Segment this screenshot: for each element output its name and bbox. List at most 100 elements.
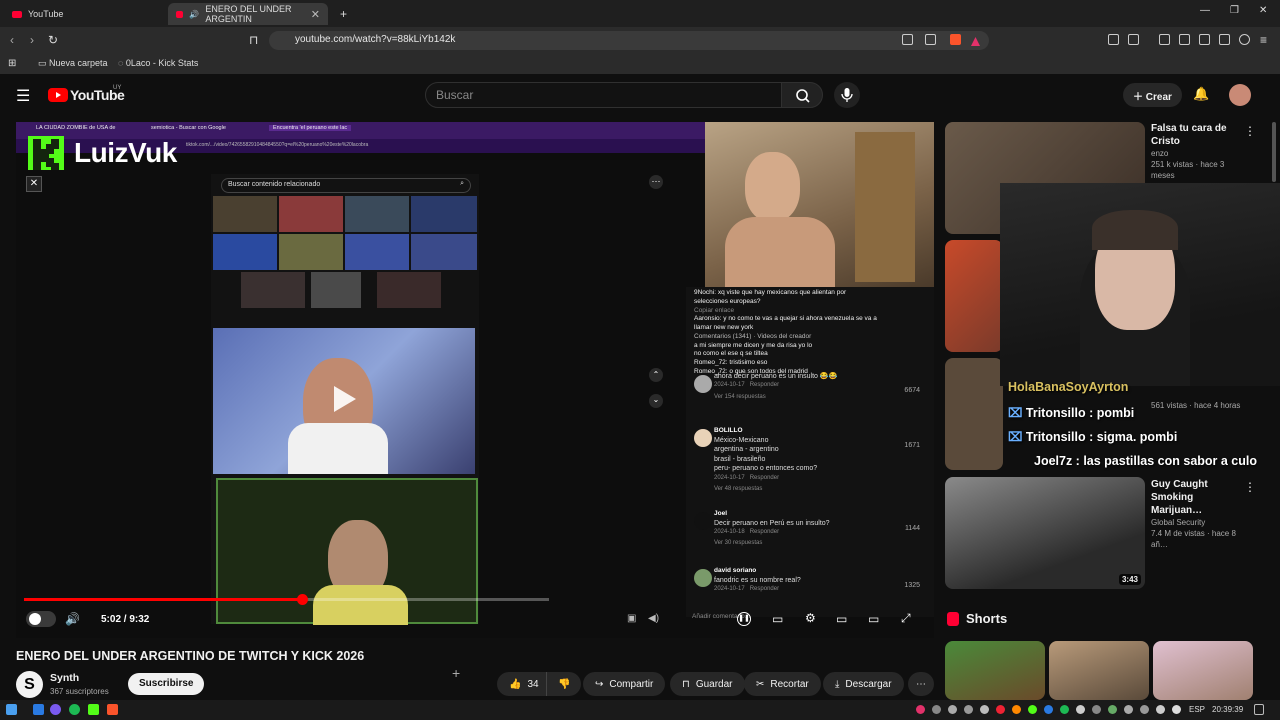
chevron-up-icon[interactable]: ⌃	[649, 368, 663, 382]
screenshot-icon[interactable]	[1128, 34, 1139, 45]
search-input[interactable]: Buscar	[425, 82, 782, 108]
more-vert-icon[interactable]: ⋮	[1244, 124, 1256, 138]
vpn-icon[interactable]	[1239, 34, 1250, 45]
like-button[interactable]: 👍 34	[497, 672, 549, 696]
create-button[interactable]: ＋ Crear	[1123, 83, 1182, 107]
cast-icon[interactable]	[902, 34, 913, 45]
explorer-icon[interactable]	[33, 704, 44, 715]
tray-icon[interactable]	[1124, 705, 1133, 714]
new-tab-button[interactable]: +	[332, 3, 355, 25]
mute-icon[interactable]: ◀)	[648, 613, 659, 624]
back-icon[interactable]: ‹	[10, 33, 14, 47]
bookmark-icon[interactable]: ⊓	[249, 33, 258, 47]
sidebar-icon[interactable]	[1179, 34, 1190, 45]
tray-icon[interactable]	[1028, 705, 1037, 714]
tray-icon[interactable]	[948, 705, 957, 714]
start-icon[interactable]	[6, 704, 17, 715]
miniplayer-icon[interactable]: ▭	[836, 612, 847, 626]
brave-shield-icon[interactable]	[950, 34, 961, 45]
close-icon[interactable]: ✕	[26, 176, 42, 192]
channel-name[interactable]: Synth	[50, 672, 79, 684]
app-icon[interactable]	[88, 704, 99, 715]
browser-tab-video[interactable]: 🔊 ENERO DEL UNDER ARGENTIN ✕	[168, 3, 328, 25]
extensions-icon[interactable]	[1108, 34, 1119, 45]
bookmark-folder[interactable]: ▭ Nueva carpeta	[38, 58, 108, 69]
clock[interactable]: 20:39:39	[1212, 705, 1243, 714]
tray-icon[interactable]	[980, 705, 989, 714]
recommendation-info[interactable]: 561 vistas · hace 4 horas	[1151, 400, 1247, 411]
more-actions-button[interactable]: ⋯	[908, 672, 934, 696]
tray-icon[interactable]	[1012, 705, 1021, 714]
theater-mode-icon[interactable]: ▭	[868, 612, 879, 626]
rewards-icon[interactable]	[970, 34, 981, 46]
short-thumbnail[interactable]	[1153, 641, 1253, 700]
download-button[interactable]: ⤓ Descargar	[823, 672, 904, 696]
hamburger-menu-icon[interactable]: ☰	[16, 86, 30, 106]
leo-icon[interactable]	[1219, 34, 1230, 45]
search-button[interactable]	[781, 82, 823, 108]
channel-avatar[interactable]: S	[16, 671, 43, 698]
forward-icon[interactable]: ›	[30, 33, 34, 47]
recommendation-thumbnail[interactable]	[945, 240, 1003, 352]
share-icon[interactable]	[925, 34, 936, 45]
fullscreen-icon[interactable]: ⤢	[901, 611, 911, 626]
play-icon[interactable]	[328, 384, 358, 414]
short-thumbnail[interactable]	[945, 641, 1045, 700]
short-thumbnail[interactable]	[1049, 641, 1149, 700]
tray-icon[interactable]	[932, 705, 941, 714]
related-thumbnail	[279, 234, 343, 270]
tray-icon[interactable]	[1140, 705, 1149, 714]
tray-icon[interactable]	[1092, 705, 1101, 714]
discord-icon[interactable]	[50, 704, 61, 715]
tray-icon[interactable]	[1060, 705, 1069, 714]
minimize-icon[interactable]: —	[1200, 5, 1210, 16]
close-window-icon[interactable]: ✕	[1259, 5, 1267, 16]
youtube-logo-icon[interactable]	[48, 88, 68, 102]
bookmark-kick-stats[interactable]: ◌ 0Laco - Kick Stats	[118, 58, 198, 68]
lock-icon[interactable]: ▣	[627, 613, 636, 624]
notifications-icon[interactable]	[1254, 704, 1264, 715]
close-tab-icon[interactable]: ✕	[311, 8, 320, 21]
tray-icon[interactable]	[916, 705, 925, 714]
more-options-icon[interactable]: ⋯	[649, 175, 663, 189]
browser-tab-youtube[interactable]: YouTube	[4, 3, 164, 25]
share-button[interactable]: ↪ Compartir	[583, 672, 666, 696]
url-bar[interactable]: youtube.com/watch?v=88kLiYb142k	[269, 31, 989, 50]
more-vert-icon[interactable]: ⋮	[1244, 480, 1256, 494]
recommendation-info[interactable]: Falsa tu cara de Cristo enzo 251 k vista…	[1151, 122, 1247, 182]
video-player[interactable]: LA CIUDAD ZOMBIE de USA de semiotica - B…	[16, 122, 934, 638]
autoplay-toggle[interactable]	[26, 611, 56, 627]
scrollbar[interactable]	[1272, 122, 1276, 182]
music-icon[interactable]	[1159, 34, 1170, 45]
subscribe-button[interactable]: Suscribirse	[128, 673, 205, 695]
subtitles-icon[interactable]: ▭	[772, 612, 783, 626]
pause-icon[interactable]: ❚❚	[737, 612, 751, 626]
dislike-button[interactable]: 👎	[546, 672, 582, 696]
settings-gear-icon[interactable]: ⚙	[805, 611, 816, 625]
wifi-icon[interactable]	[1156, 705, 1165, 714]
apps-grid-icon[interactable]: ⊞	[8, 58, 16, 69]
wallet-icon[interactable]	[1199, 34, 1210, 45]
tray-icon[interactable]	[964, 705, 973, 714]
tray-icon[interactable]	[1108, 705, 1117, 714]
language-indicator[interactable]: ESP	[1189, 705, 1205, 714]
notifications-bell-icon[interactable]: 🔔	[1193, 86, 1209, 102]
recommendation-thumbnail[interactable]	[945, 358, 1003, 470]
spotify-icon[interactable]	[69, 704, 80, 715]
reload-icon[interactable]: ↻	[48, 33, 58, 47]
tray-icon[interactable]	[1076, 705, 1085, 714]
account-avatar[interactable]	[1229, 84, 1251, 106]
volume-icon[interactable]: 🔊	[65, 612, 80, 626]
recommendation-thumbnail[interactable]: 3:43	[945, 477, 1145, 589]
volume-icon[interactable]	[1172, 705, 1181, 714]
tray-icon[interactable]	[1044, 705, 1053, 714]
voice-search-button[interactable]	[834, 82, 860, 108]
recommendation-info[interactable]: Guy Caught Smoking Marijuan… Global Secu…	[1151, 478, 1247, 551]
restore-icon[interactable]: ❐	[1230, 5, 1239, 16]
chevron-down-icon[interactable]: ⌄	[649, 394, 663, 408]
tray-icon[interactable]	[996, 705, 1005, 714]
brave-browser-icon[interactable]	[107, 704, 118, 715]
menu-icon[interactable]: ≡	[1260, 33, 1267, 47]
clip-button[interactable]: ✂ Recortar	[744, 672, 821, 696]
save-button[interactable]: ⊓ Guardar	[670, 672, 745, 696]
